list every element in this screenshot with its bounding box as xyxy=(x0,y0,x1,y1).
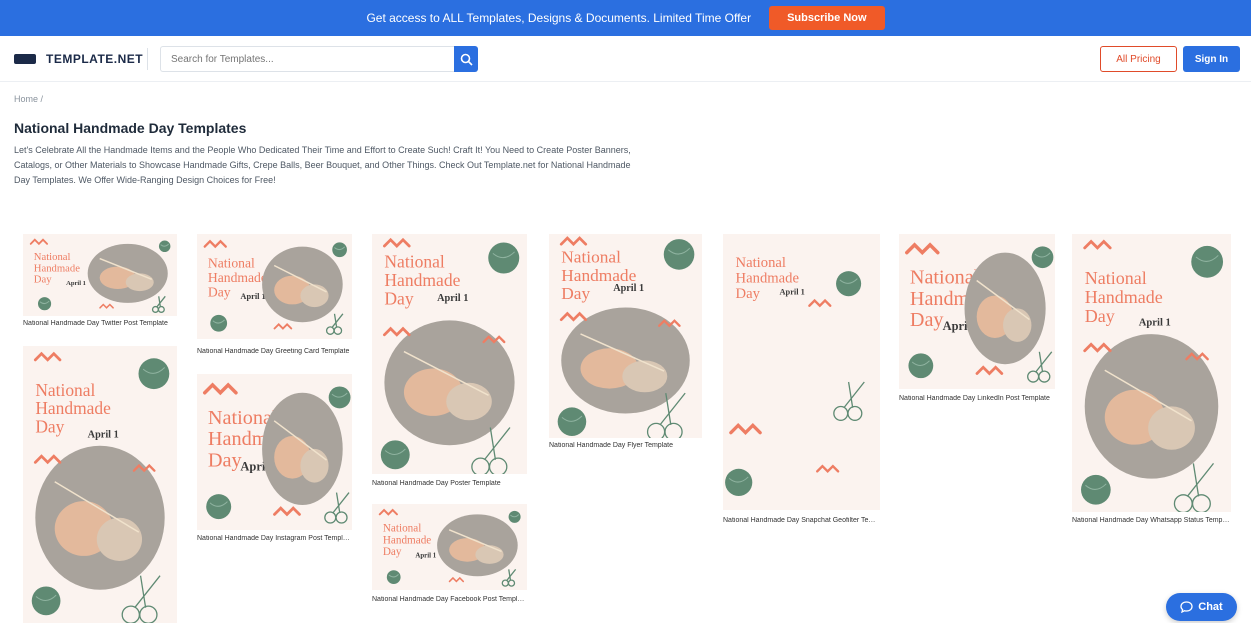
template-thumbnail[interactable]: National Handmade Day April 1 xyxy=(723,234,880,510)
breadcrumb[interactable]: Home / xyxy=(14,94,43,104)
chat-bubble-icon xyxy=(1180,601,1193,613)
logo[interactable]: TEMPLATE.NET xyxy=(14,52,143,66)
poster-title-text: Day xyxy=(736,286,761,302)
poster-artwork: NationalHandmadeDay April 1 xyxy=(1072,234,1231,512)
poster-title-text: National xyxy=(34,252,71,263)
poster-title-text: Handmade xyxy=(736,271,799,287)
knit-fabric xyxy=(1148,406,1195,450)
promo-bar: Get access to ALL Templates, Designs & D… xyxy=(0,0,1251,36)
logo-mark-icon xyxy=(14,54,36,64)
knit-fabric xyxy=(475,545,504,564)
poster-title-text: Day xyxy=(35,417,64,437)
subscribe-button[interactable]: Subscribe Now xyxy=(769,6,885,30)
poster-title-text: Handmade xyxy=(1085,287,1163,307)
poster-date-text: April 1 xyxy=(88,429,119,440)
poster-title-text: Day xyxy=(384,288,413,308)
template-thumbnail[interactable]: National Handmade Day April 1 xyxy=(197,234,352,339)
poster-title-text: Day xyxy=(383,546,402,558)
logo-text: TEMPLATE.NET xyxy=(46,52,144,66)
poster-artwork: NationalHandmadeDay April 1 xyxy=(23,234,177,316)
poster-artwork: NationalHandmadeDay April 1 xyxy=(197,234,352,339)
template-thumbnail[interactable]: National Handmade Day April 1 xyxy=(23,346,177,623)
poster-title-text: Handmade xyxy=(35,398,111,418)
poster-artwork: NationalHandmadeDayApril 1 xyxy=(197,374,352,530)
poster-date-text: April 1 xyxy=(415,552,436,559)
poster-title-text: National xyxy=(383,523,421,535)
template-thumbnail[interactable]: National Handmade Day April 1 xyxy=(372,504,527,590)
poster-artwork: NationalHandmadeDay April 1 xyxy=(549,234,702,438)
search-button[interactable] xyxy=(454,46,478,72)
poster-title-text: National xyxy=(736,255,786,271)
poster-date-text: April 1 xyxy=(240,292,265,301)
poster-title-text: Day xyxy=(561,284,590,303)
template-thumbnail[interactable]: National Handmade Day April 1 xyxy=(549,234,702,438)
poster-title-text: National xyxy=(35,380,95,400)
template-title[interactable]: National Handmade Day Instagram Post Tem… xyxy=(197,535,352,542)
signin-button[interactable]: Sign In xyxy=(1183,46,1240,72)
poster-title-text: Day xyxy=(1085,306,1115,326)
poster-title-text: Day xyxy=(208,284,231,299)
poster-title-text: Handmade xyxy=(34,263,80,274)
poster-title-text: Day xyxy=(34,275,52,286)
template-title[interactable]: National Handmade Day Flyer Template xyxy=(549,442,702,449)
poster-title-text: Day xyxy=(910,309,944,331)
poster-title-text: Handmade xyxy=(383,534,431,546)
poster-date-text: April 1 xyxy=(437,293,468,304)
poster-title-text: National xyxy=(1085,268,1147,288)
template-thumbnail[interactable]: National Handmade Day April 1 xyxy=(1072,234,1231,512)
site-header: TEMPLATE.NET All Pricing Sign In xyxy=(0,36,1251,82)
poster-title-text: Day xyxy=(208,450,243,472)
chat-button[interactable]: Chat xyxy=(1166,593,1237,621)
template-title[interactable]: National Handmade Day Greeting Card Temp… xyxy=(197,348,352,355)
poster-title-text: National xyxy=(561,248,621,267)
poster-artwork: NationalHandmadeDay April 1 xyxy=(372,504,527,590)
knit-fabric xyxy=(300,284,329,308)
poster-date-text: April 1 xyxy=(1139,318,1171,329)
header-divider xyxy=(147,48,148,70)
template-title[interactable]: National Handmade Day Whatsapp Status Te… xyxy=(1072,517,1231,524)
knit-fabric xyxy=(125,273,154,292)
poster-artwork: NationalHandmadeDay April 1 xyxy=(372,234,527,474)
template-thumbnail[interactable]: National Handmade Day April 1 xyxy=(197,374,352,530)
template-title[interactable]: National Handmade Day Twitter Post Templ… xyxy=(23,320,177,327)
poster-artwork: NationalHandmadeDay April 1 xyxy=(23,346,177,623)
template-thumbnail[interactable]: National Handmade Day April 1 xyxy=(23,234,177,316)
poster-title-text: National xyxy=(384,252,445,272)
template-thumbnail[interactable]: National Handmade Day April 1 xyxy=(372,234,527,474)
poster-date-text: April 1 xyxy=(613,283,644,294)
template-thumbnail[interactable]: National Handmade Day April 1 xyxy=(899,234,1055,389)
page-title: National Handmade Day Templates xyxy=(14,120,247,136)
search-input[interactable] xyxy=(160,46,454,72)
poster-title-text: Handmade xyxy=(208,270,267,285)
poster-artwork: NationalHandmadeDay April 1 xyxy=(723,234,880,510)
search-icon xyxy=(460,53,473,66)
page-description: Let's Celebrate All the Handmade Items a… xyxy=(14,145,631,185)
knit-fabric xyxy=(300,448,329,483)
template-title[interactable]: National Handmade Day Snapchat Geofilter… xyxy=(723,517,880,524)
poster-date-text: April 1 xyxy=(780,288,805,297)
pricing-button[interactable]: All Pricing xyxy=(1100,46,1177,72)
poster-title-text: Handmade xyxy=(561,266,636,285)
knit-fabric xyxy=(622,360,668,393)
poster-title-text: Handmade xyxy=(384,270,460,290)
template-title[interactable]: National Handmade Day LinkedIn Post Temp… xyxy=(899,395,1055,402)
poster-date-text: April 1 xyxy=(66,280,86,287)
chat-label: Chat xyxy=(1198,601,1223,613)
knit-fabric xyxy=(96,517,143,561)
template-title[interactable]: National Handmade Day Poster Template xyxy=(372,480,527,487)
template-title[interactable]: National Handmade Day Facebook Post Temp… xyxy=(372,596,527,603)
knit-fabric xyxy=(1003,308,1032,342)
promo-text: Get access to ALL Templates, Designs & D… xyxy=(366,11,752,25)
knit-fabric xyxy=(446,382,492,421)
poster-title-text: National xyxy=(208,256,255,271)
poster-artwork: NationalHandmadeDayApril 1 xyxy=(899,234,1055,389)
